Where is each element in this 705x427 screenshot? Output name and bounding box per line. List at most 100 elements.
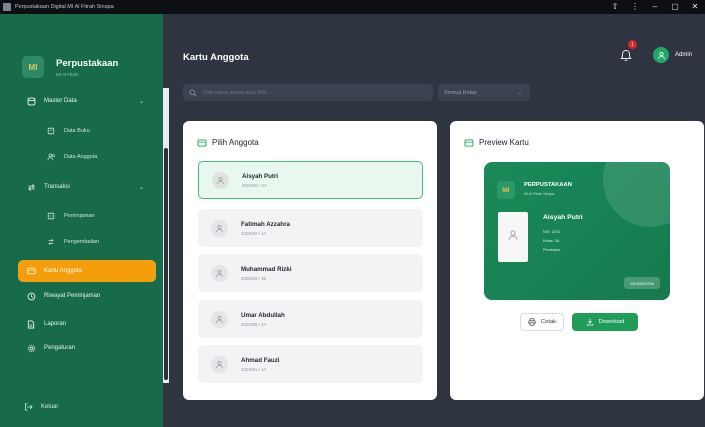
brand-logo: MI	[22, 56, 44, 78]
printer-icon	[528, 318, 536, 326]
member-panel: Pilih Anggota Aisyah Putri 2024001 • 2A F…	[183, 121, 437, 400]
sidebar-item-label: Master Data	[44, 98, 77, 104]
window-controls: ⇧ ⋮ – ▢ ✕	[605, 0, 705, 14]
search-box[interactable]	[183, 84, 433, 101]
member-info: 2024002 • 1A	[241, 230, 267, 236]
sidebar-item-label: Laporan	[44, 321, 67, 327]
user-icon	[211, 219, 228, 237]
user-icon	[507, 228, 519, 246]
card-library-subtitle: MI Al Fitrah Sinapa	[524, 192, 555, 196]
settings-icon	[26, 343, 36, 353]
minimize-button[interactable]: –	[645, 0, 665, 14]
logout-label: Keluar	[41, 404, 59, 410]
logout-icon	[24, 403, 33, 411]
notification-badge: 1	[628, 40, 637, 49]
print-label: Cetak	[540, 319, 557, 325]
sidebar-item-laporan[interactable]: Laporan	[18, 313, 156, 335]
download-button[interactable]: Download	[572, 313, 638, 331]
sidebar-item-pengaturan[interactable]: Pengaturan	[18, 337, 156, 359]
card-status: Peminjam	[543, 248, 560, 252]
card-member-code: MI-00001234	[624, 277, 660, 289]
sidebar-item-master-data[interactable]: Master Data ⌄	[18, 90, 156, 112]
class-filter-select[interactable]: Semua Kelas ⌄	[438, 84, 530, 101]
top-header: Kartu Anggota 1 Admin	[169, 14, 705, 82]
member-item-umar-abdullah[interactable]: Umar Abdullah 2024005 • 2A	[198, 300, 423, 338]
bell-icon[interactable]	[620, 49, 634, 63]
report-icon	[26, 319, 36, 329]
history-icon	[26, 291, 36, 301]
book-icon	[46, 127, 56, 135]
brand-title: Perpustakaan	[56, 57, 119, 69]
sidebar-item-data-buku[interactable]: Data Buku	[30, 121, 150, 141]
preview-panel: Preview Kartu MI PERPUSTAKAAN MI Al Fitr…	[450, 121, 704, 400]
member-name: Fatimah Azzahra	[241, 220, 290, 228]
page-title: Kartu Anggota	[183, 52, 249, 63]
share-icon[interactable]: ⇧	[605, 0, 625, 14]
card-decoration	[603, 162, 670, 227]
database-icon	[26, 96, 36, 106]
card-class: Kelas: 2A	[543, 239, 560, 243]
sidebar-item-riwayat-peminjaman[interactable]: Riwayat Peminjaman	[18, 285, 156, 307]
member-info: 2024003 • 1B	[241, 275, 267, 281]
sidebar-item-label: Pengaturan	[44, 345, 76, 351]
window-title: Perpustakaan Digital MI Al Fitrah Sinapa	[15, 4, 114, 10]
member-item-aisyah-putri[interactable]: Aisyah Putri 2024001 • 2A	[198, 161, 423, 199]
user-name[interactable]: Admin	[675, 52, 692, 58]
card-member-name: Aisyah Putri	[543, 214, 583, 221]
user-icon	[211, 355, 228, 373]
member-info: 2024005 • 2A	[241, 321, 267, 327]
card-nis: NIS: 1234	[543, 230, 560, 234]
sidebar-item-label: Data Anggota	[64, 154, 98, 160]
book-out-icon	[46, 212, 56, 220]
sidebar-item-label: Peminjaman	[64, 213, 95, 219]
maximize-button[interactable]: ▢	[665, 0, 685, 14]
member-info: 2024001 • 2A	[242, 182, 268, 188]
search-icon	[189, 89, 197, 97]
avatar[interactable]	[653, 47, 669, 63]
sidebar-item-peminjaman[interactable]: Peminjaman	[30, 206, 150, 226]
class-filter-value: Semua Kelas	[444, 89, 477, 96]
chevron-down-icon: ⌄	[138, 98, 144, 105]
print-button[interactable]: Cetak	[520, 313, 564, 331]
chevron-down-icon: ⌄	[517, 89, 522, 96]
user-icon	[211, 310, 228, 328]
sidebar-item-transaksi[interactable]: Transaksi ⌄	[18, 176, 156, 198]
brand: MI Perpustakaan MI Al Fitrah	[14, 47, 149, 87]
member-item-ahmad-fauzi[interactable]: Ahmad Fauzi 2024001 • 1A	[198, 345, 423, 383]
sidebar-scrollbar-thumb[interactable]	[164, 148, 168, 380]
member-name: Aisyah Putri	[242, 172, 279, 180]
return-icon	[46, 238, 56, 246]
app-icon	[3, 3, 11, 11]
card-logo: MI	[497, 181, 515, 199]
member-panel-header: Pilih Anggota	[197, 138, 259, 147]
sidebar-item-kartu-anggota[interactable]: Kartu Anggota	[18, 260, 156, 282]
member-card-preview: MI PERPUSTAKAAN MI Al Fitrah Sinapa Aisy…	[484, 162, 670, 300]
member-name: Muhammad Rizki	[241, 265, 292, 273]
chevron-down-icon: ⌄	[138, 184, 144, 191]
member-item-fatimah-azzahra[interactable]: Fatimah Azzahra 2024002 • 1A	[198, 209, 423, 247]
brand-subtitle: MI Al Fitrah	[56, 71, 79, 77]
id-card-icon	[464, 138, 474, 147]
users-icon	[46, 153, 56, 161]
card-library-name: PERPUSTAKAAN	[524, 182, 572, 188]
member-item-muhammad-rizki[interactable]: Muhammad Rizki 2024003 • 1B	[198, 254, 423, 292]
sidebar-item-pengembalian[interactable]: Pengembalian	[30, 232, 150, 252]
download-label: Download	[598, 319, 625, 325]
logout-button[interactable]: Keluar	[24, 403, 58, 411]
preview-panel-title: Preview Kartu	[479, 138, 529, 147]
user-icon	[211, 264, 228, 282]
member-info: 2024001 • 1A	[241, 366, 267, 372]
sidebar-item-label: Pengembalian	[64, 239, 100, 245]
card-photo	[498, 212, 528, 262]
preview-panel-header: Preview Kartu	[464, 138, 529, 147]
menu-icon[interactable]: ⋮	[625, 0, 645, 14]
sidebar-item-label: Riwayat Peminjaman	[44, 293, 101, 299]
download-icon	[586, 318, 594, 326]
sidebar-item-data-anggota[interactable]: Data Anggota	[30, 147, 150, 167]
window-titlebar: Perpustakaan Digital MI Al Fitrah Sinapa…	[0, 0, 705, 14]
sidebar-item-label: Transaksi	[44, 184, 70, 190]
search-input[interactable]	[203, 89, 423, 96]
member-name: Umar Abdullah	[241, 311, 285, 319]
close-button[interactable]: ✕	[685, 0, 705, 14]
member-name: Ahmad Fauzi	[241, 356, 280, 364]
